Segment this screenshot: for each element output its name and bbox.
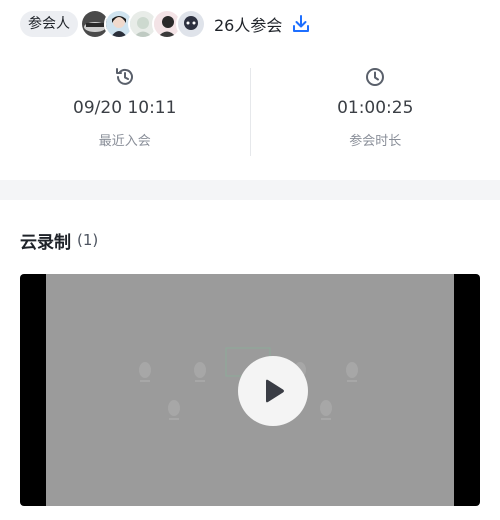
play-button[interactable]: [238, 356, 308, 426]
video-frame: [46, 274, 454, 506]
meeting-stats: 09/20 10:11 最近入会 01:00:25 参会时长: [0, 58, 500, 168]
duration-label: 参会时长: [349, 134, 402, 149]
history-icon: [114, 66, 136, 88]
recording-count: (1): [77, 231, 99, 249]
participant-count: 26人参会: [214, 16, 283, 35]
participants-row: 参会人 26人参会: [20, 8, 312, 40]
recording-video-thumbnail[interactable]: [20, 274, 480, 506]
avatar-group[interactable]: [80, 9, 206, 39]
participants-tag[interactable]: 参会人: [20, 11, 78, 37]
join-time-value: 09/20 10:11: [73, 98, 177, 118]
join-time-label: 最近入会: [98, 134, 151, 149]
join-time-stat: 09/20 10:11 最近入会: [0, 58, 250, 168]
play-icon: [266, 379, 284, 403]
clock-icon: [364, 66, 386, 88]
duration-stat: 01:00:25 参会时长: [251, 58, 500, 168]
section-title: 云录制: [20, 228, 71, 255]
avatar[interactable]: [176, 9, 206, 39]
cloud-recording-header: 云录制 (1): [20, 228, 99, 255]
section-separator: [0, 180, 500, 200]
download-icon[interactable]: [290, 13, 312, 35]
duration-value: 01:00:25: [337, 98, 414, 118]
